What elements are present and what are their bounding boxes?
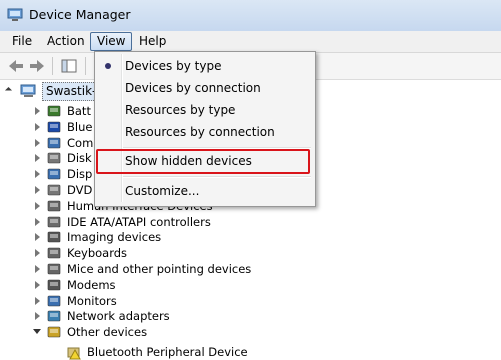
menu-item-resources-by-type[interactable]: Resources by type [125,100,235,120]
other-devices-icon [47,326,61,338]
expand-arrow-icon[interactable] [35,139,40,147]
tree-item[interactable]: Other devices [0,324,501,340]
menu-help[interactable]: Help [133,33,172,50]
modem-icon [47,279,61,291]
expand-arrow-icon[interactable] [35,123,40,131]
tree-item-label: Disp [67,167,93,181]
back-arrow-icon[interactable] [7,57,25,75]
radio-selected-icon [105,63,111,69]
tree-item-label: Imaging devices [67,230,162,244]
toolbar-separator [85,57,86,75]
computer-icon [47,137,61,149]
tree-item-label: IDE ATA/ATAPI controllers [67,215,211,229]
expand-arrow-icon[interactable] [35,297,40,305]
menu-separator [123,176,311,178]
tree-item[interactable]: Mice and other pointing devices [0,261,501,277]
tree-item-label: DVD [67,183,93,197]
menu-item-devices-by-connection[interactable]: Devices by connection [125,78,261,98]
bluetooth-icon [47,121,61,133]
menu-item-resources-by-connection[interactable]: Resources by connection [125,122,275,142]
window-title: Device Manager [29,7,131,22]
ide-controller-icon [47,216,61,228]
menu-action[interactable]: Action [41,33,91,50]
menu-gutter [121,54,123,202]
menu-view[interactable]: View [90,32,133,51]
tree-item-label: Keyboards [67,246,128,260]
computer-icon [20,84,36,97]
tree-subitem[interactable]: Bluetooth Peripheral Device [0,344,501,360]
warning-device-icon [67,347,81,360]
mouse-icon [47,263,61,275]
tree-item-label: Com [67,136,94,150]
expand-arrow-icon[interactable] [35,107,40,115]
show-hide-console-tree-icon[interactable] [60,57,78,75]
title-bar: Device Manager [0,0,501,31]
camera-icon [47,231,61,243]
collapse-arrow-icon[interactable] [4,86,13,95]
expand-arrow-icon[interactable] [35,265,40,273]
tree-item[interactable]: IDE ATA/ATAPI controllers [0,214,501,230]
expand-arrow-icon[interactable] [35,154,40,162]
highlight-annotation-box [96,149,310,174]
menu-item-devices-by-type[interactable]: Devices by type [125,56,221,76]
collapse-arrow-icon[interactable] [33,329,41,334]
menu-item-customize[interactable]: Customize... [125,181,199,201]
expand-arrow-icon[interactable] [35,233,40,241]
expand-arrow-icon[interactable] [35,218,40,226]
device-manager-icon [7,8,23,21]
view-menu-dropdown: Devices by type Devices by connection Re… [94,51,316,207]
tree-item-label: Monitors [67,294,117,308]
tree-item[interactable]: Imaging devices [0,229,501,245]
disk-drive-icon [47,152,61,164]
tree-item-label: Disk [67,151,92,165]
tree-item-label: Blue [67,120,93,134]
expand-arrow-icon[interactable] [35,249,40,257]
dvd-drive-icon [47,184,61,196]
tree-item-label: Other devices [67,325,148,339]
tree-item[interactable]: Monitors [0,293,501,309]
expand-arrow-icon[interactable] [35,312,40,320]
tree-item[interactable]: Network adapters [0,308,501,324]
keyboard-icon [47,247,61,259]
menu-file[interactable]: File [6,33,38,50]
expand-arrow-icon[interactable] [35,281,40,289]
battery-icon [47,105,61,117]
expand-arrow-icon[interactable] [35,202,40,210]
tree-subitem-label: Bluetooth Peripheral Device [87,345,248,359]
display-adapter-icon [47,168,61,180]
menu-bar: File Action View Help [0,31,501,53]
expand-arrow-icon[interactable] [35,170,40,178]
tree-item-label: Mice and other pointing devices [67,262,252,276]
monitor-icon [47,295,61,307]
tree-item[interactable]: Modems [0,277,501,293]
tree-item-label: Batt [67,104,91,118]
network-adapter-icon [47,310,61,322]
tree-root-computer[interactable]: Swastik- [42,82,101,101]
tree-item-label: Modems [67,278,116,292]
tree-item[interactable]: Keyboards [0,245,501,261]
toolbar-separator [52,57,53,75]
tree-item-label: Network adapters [67,309,170,323]
expand-arrow-icon[interactable] [35,186,40,194]
hid-icon [47,200,61,212]
forward-arrow-icon[interactable] [28,57,46,75]
